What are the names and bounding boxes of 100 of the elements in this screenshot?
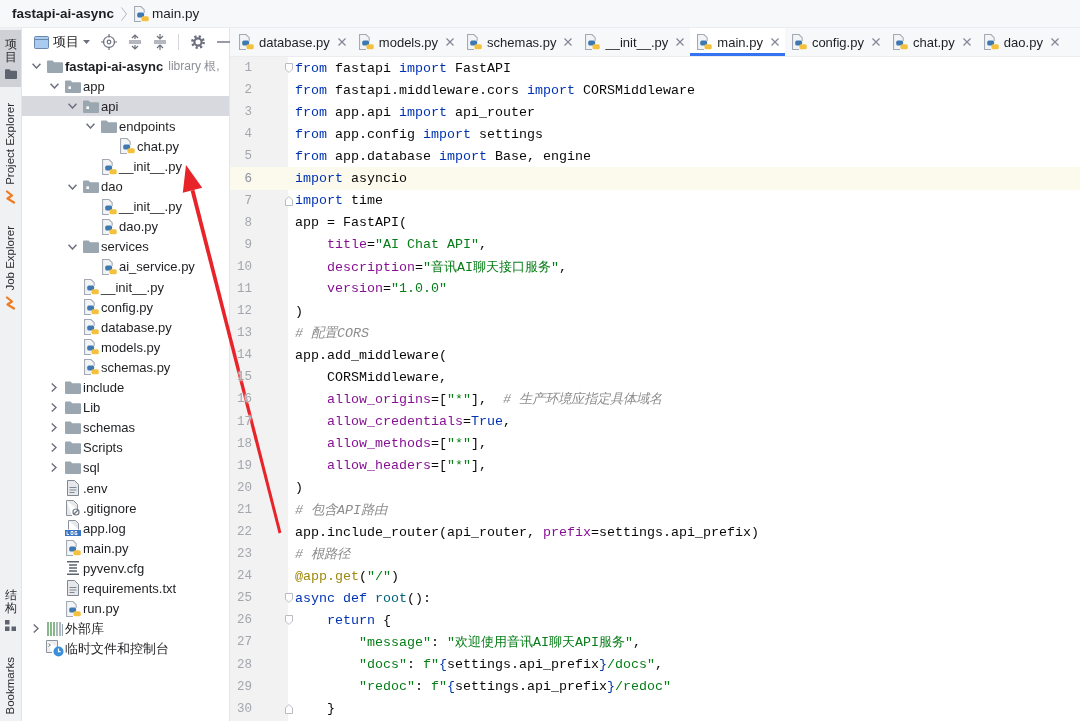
tree-item[interactable]: api xyxy=(22,96,229,117)
code-line: "docs": f"{settings.api_prefix}/docs", xyxy=(359,657,663,673)
chevron-icon[interactable] xyxy=(33,624,39,634)
tool-window-button[interactable]: Project Explorer xyxy=(0,97,21,211)
code-line: CORSMiddleware, xyxy=(327,369,447,385)
editor-tab[interactable]: config.py xyxy=(784,28,886,56)
chevron-icon[interactable] xyxy=(85,123,95,130)
tree-item[interactable]: fastapi-ai-async library 根, xyxy=(22,56,229,77)
tree-item[interactable]: services xyxy=(22,236,229,257)
caret-icon xyxy=(83,40,90,44)
code-line: app.include_router(api_router, prefix=settings.api_prefix) xyxy=(295,524,759,540)
tree-item[interactable]: models.py xyxy=(22,337,229,358)
code-line: ) xyxy=(295,303,303,319)
tree-item[interactable]: dao xyxy=(22,176,229,197)
tree-item[interactable]: app xyxy=(22,76,229,97)
close-icon[interactable] xyxy=(446,38,455,46)
tree-item[interactable]: __init__.py xyxy=(22,277,229,298)
minimize-icon[interactable] xyxy=(217,41,231,43)
close-icon[interactable] xyxy=(676,38,685,46)
chevron-icon[interactable] xyxy=(67,243,77,250)
tree-item[interactable]: requirements.txt xyxy=(22,578,229,599)
breadcrumb-item[interactable]: main.py xyxy=(134,5,200,22)
chevron-icon[interactable] xyxy=(51,463,57,473)
line-number: 7 xyxy=(244,193,252,208)
close-icon[interactable] xyxy=(1050,38,1059,46)
tree-item[interactable]: __init__.py xyxy=(22,156,229,177)
tree-item[interactable]: __init__.py xyxy=(22,196,229,217)
close-icon[interactable] xyxy=(871,38,880,46)
tree-item[interactable]: sql xyxy=(22,457,229,478)
close-icon[interactable] xyxy=(337,38,346,46)
editor-tab[interactable]: database.py xyxy=(232,28,352,56)
editor-tab[interactable]: dao.py xyxy=(976,28,1065,56)
chevron-icon[interactable] xyxy=(67,183,77,190)
tree-item[interactable]: schemas xyxy=(22,417,229,438)
python-file-icon xyxy=(983,34,999,50)
line-number: 3 xyxy=(244,105,252,120)
close-icon[interactable] xyxy=(770,38,779,46)
chevron-icon[interactable] xyxy=(51,443,57,453)
line-number: 22 xyxy=(237,525,252,539)
tree-item[interactable]: config.py xyxy=(22,297,229,318)
code-line: title="AI Chat API", xyxy=(327,237,487,253)
code-line: allow_origins=["*"], # 生产环境应指定具体域名 xyxy=(327,391,662,409)
chevron-icon[interactable] xyxy=(51,423,57,433)
tree-item[interactable]: Lib xyxy=(22,397,229,418)
tool-window-button[interactable]: 结构 xyxy=(0,583,21,638)
collapse-all-icon[interactable] xyxy=(153,34,167,50)
tool-window-button[interactable]: Job Explorer xyxy=(0,220,21,316)
editor-tab[interactable]: models.py xyxy=(351,28,461,56)
editor-tab[interactable]: __init__.py xyxy=(578,28,691,56)
chevron-icon[interactable] xyxy=(51,403,57,413)
package-folder-icon xyxy=(83,99,99,113)
tree-item[interactable]: ai_service.py xyxy=(22,256,229,278)
breadcrumb-item[interactable]: fastapi-ai-async xyxy=(12,6,115,21)
code-line: import time xyxy=(295,193,383,209)
tree-item[interactable]: .env xyxy=(22,477,229,499)
python-file-icon xyxy=(239,34,254,50)
code-line: } xyxy=(327,701,335,717)
chevron-icon[interactable] xyxy=(49,83,59,90)
folder-icon xyxy=(65,381,81,395)
editor-tab[interactable]: main.py xyxy=(690,28,785,56)
chevron-icon[interactable] xyxy=(67,103,77,110)
line-number: 23 xyxy=(237,547,252,562)
line-number: 9 xyxy=(244,237,252,252)
squiggle-icon xyxy=(4,295,17,310)
line-number: 29 xyxy=(237,679,252,694)
chevron-icon[interactable] xyxy=(51,383,57,393)
close-icon[interactable] xyxy=(564,38,573,46)
tree-item[interactable]: chat.py xyxy=(22,136,229,157)
tree-item[interactable]: endpoints xyxy=(22,116,229,137)
tree-item[interactable]: database.py xyxy=(22,317,229,338)
chevron-icon[interactable] xyxy=(31,63,41,70)
tool-window-button[interactable]: 项目 xyxy=(0,30,21,88)
tree-item[interactable]: Scripts xyxy=(22,437,229,458)
tree-item[interactable]: schemas.py xyxy=(22,357,229,378)
config-file-icon xyxy=(67,561,79,576)
tree-item[interactable]: dao.py xyxy=(22,216,229,237)
code-line: "redoc": f"{settings.api_prefix}/redoc" xyxy=(359,679,671,695)
settings-icon[interactable] xyxy=(190,34,206,50)
folder-icon xyxy=(83,240,99,254)
editor-tab[interactable]: schemas.py xyxy=(460,28,579,56)
close-icon[interactable] xyxy=(962,38,971,46)
expand-all-icon[interactable] xyxy=(128,34,142,50)
code-line: # 包含API路由 xyxy=(295,501,387,519)
tree-item[interactable]: app.log xyxy=(22,518,229,539)
line-number: 14 xyxy=(237,348,252,363)
line-number: 26 xyxy=(237,613,252,628)
folder-icon xyxy=(65,421,81,435)
tree-item[interactable]: include xyxy=(22,377,229,398)
tree-item[interactable]: .gitignore xyxy=(22,498,229,519)
crosshair-icon[interactable] xyxy=(101,34,117,50)
view-selector[interactable]: 项目 xyxy=(34,33,90,51)
editor-tab[interactable]: chat.py xyxy=(885,28,977,56)
tool-window-button[interactable]: Bookmarks xyxy=(0,651,21,721)
tree-item[interactable]: 外部库 xyxy=(22,618,229,639)
tree-item[interactable]: 临时文件和控制台 xyxy=(22,638,229,659)
python-file-icon xyxy=(83,299,99,316)
tree-item[interactable]: main.py xyxy=(22,538,229,559)
line-number: 8 xyxy=(244,215,252,230)
tree-item[interactable]: pyvenv.cfg xyxy=(22,558,229,579)
tree-item[interactable]: run.py xyxy=(22,598,229,619)
